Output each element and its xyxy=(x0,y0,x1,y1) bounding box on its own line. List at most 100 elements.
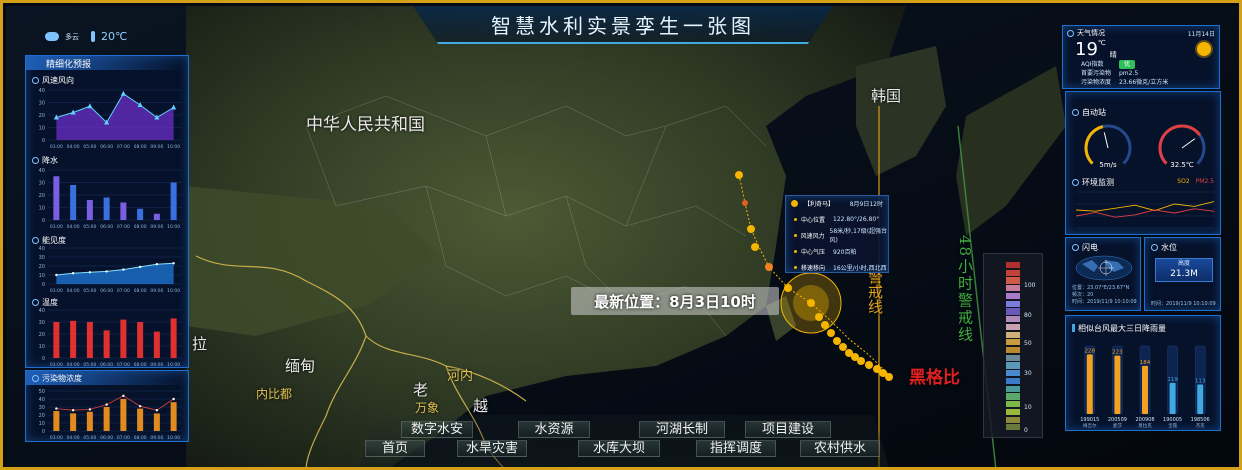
nav-button[interactable]: 水旱灾害 xyxy=(457,440,527,457)
typhoon-info-value: 16公里/小时,西北西 xyxy=(833,264,887,272)
map-label-naypyidaw: 内比都 xyxy=(256,387,293,401)
data-point xyxy=(71,409,75,412)
warn-48h-label: 48小时警戒线 xyxy=(956,235,974,344)
x-tick-label: 05:00 xyxy=(83,144,96,150)
nav-button[interactable]: 首页 xyxy=(365,440,425,457)
pollution-section-title: 污染物浓度 xyxy=(26,371,188,385)
bar xyxy=(53,411,60,431)
visibility-chart[interactable]: 0 10 20 30 40 03:00 04:00 05:00 06:00 07:00 08:00 0… xyxy=(30,244,186,294)
wind-direction-marker xyxy=(120,90,126,96)
y-tick-label: 30 xyxy=(39,405,45,411)
data-point xyxy=(155,409,159,412)
x-tick-label: 03:00 xyxy=(50,362,63,368)
bar xyxy=(120,399,127,431)
env-monitor-title: 环境监测 xyxy=(1072,176,1114,188)
bar xyxy=(153,331,160,358)
legend-swatch xyxy=(1006,300,1020,307)
bar-value-label: 223 xyxy=(1112,350,1123,356)
pollution-chart[interactable]: 0 10 20 30 40 50 03:00 04:00 05:00 06:00 07:00 08:0… xyxy=(30,387,186,441)
water-level-box: 高度 21.3M xyxy=(1155,258,1213,282)
x-tick-label: 10:00 xyxy=(167,362,180,368)
env-chart[interactable] xyxy=(1072,188,1218,232)
legend-swatch xyxy=(1006,354,1020,361)
typhoon-rain-chart[interactable]: 228 199015梅吉尔 223 200509麦莎 184 200908莫拉克 119 19… xyxy=(1070,336,1220,430)
x-tick-label: 04:00 xyxy=(67,224,80,230)
typhoon-info-label: 中心气压 xyxy=(801,248,826,256)
pollution-panel: 污染物浓度 0 10 20 30 40 50 03:00 04:00 05:00 06:00 07:… xyxy=(25,370,189,442)
typhoon-name: 【利奇马】 xyxy=(804,201,835,208)
legend-swatch xyxy=(1006,377,1020,385)
legend-swatch xyxy=(1006,347,1020,354)
bar xyxy=(1169,382,1176,414)
series-line-so2 xyxy=(1075,201,1215,212)
y-tick-label: 20 xyxy=(39,113,45,119)
circle-icon xyxy=(32,298,39,306)
map-label-vietnam: 越 xyxy=(473,397,489,415)
x-tick-label: 05:00 xyxy=(83,435,96,441)
x-tick-label: 06:00 xyxy=(100,144,113,150)
map-label-china: 中华人民共和国 xyxy=(306,115,425,135)
satellite-map[interactable] xyxy=(6,6,1242,470)
nav-button[interactable]: 水资源 xyxy=(518,421,590,438)
x-tick-label: 08:00 xyxy=(134,144,147,150)
x-tick-label: 09:00 xyxy=(150,435,163,441)
lightning-title: 闪电 xyxy=(1066,241,1140,253)
x-tick-label: 04:00 xyxy=(67,362,80,368)
y-tick-label: 0 xyxy=(42,282,45,288)
y-tick-label: 10 xyxy=(39,206,45,212)
bullet-icon xyxy=(794,249,797,253)
data-point xyxy=(155,263,159,266)
bar xyxy=(137,408,144,431)
weather-condition: 多云 xyxy=(65,32,79,41)
map-label-laos: 老 xyxy=(413,381,429,399)
typhoon-rain-panel: 相似台风最大三日降雨量 228 199015 梅吉尔 223 200509 麦莎 184 20… xyxy=(1065,315,1221,431)
y-tick-label: 30 xyxy=(39,320,45,326)
data-point xyxy=(88,271,92,274)
nav-button[interactable]: 数字水安 xyxy=(401,421,473,438)
nav-button[interactable]: 项目建设 xyxy=(745,421,831,438)
data-point xyxy=(122,394,125,397)
sun-icon xyxy=(1197,42,1211,56)
legend-swatch xyxy=(1006,385,1020,392)
x-tick-label: 04:00 xyxy=(67,144,80,150)
bar xyxy=(103,330,110,358)
typhoon-info-popup[interactable]: 【利奇马】 8月9日12时 中心位置 122.80°/26.80° 风速风力 58米/… xyxy=(785,195,889,273)
map-label-korea: 韩国 xyxy=(871,87,902,105)
bar-value-label: 228 xyxy=(1085,348,1096,354)
rain-chart[interactable]: 0 10 20 30 40 03:00 04:00 05:00 06:00 07:00 08:00 0… xyxy=(30,166,186,230)
nav-button[interactable]: 指挥调度 xyxy=(696,440,776,457)
category-label: 200908 xyxy=(1135,417,1154,423)
legend-swatches xyxy=(1006,262,1020,432)
x-tick-label: 03:00 xyxy=(50,288,63,294)
bar xyxy=(1197,384,1204,414)
x-tick-label: 09:00 xyxy=(150,224,163,230)
gauge-fill xyxy=(1158,124,1202,165)
bar xyxy=(53,322,60,358)
bar xyxy=(1086,354,1093,414)
legend-tick-label: 0 xyxy=(1024,427,1028,434)
x-tick-label: 09:00 xyxy=(150,144,163,150)
temperature-chart[interactable]: 0 10 20 30 40 03:00 04:00 05:00 06:00 07:00 08:00 0… xyxy=(30,306,186,368)
nav-button[interactable]: 水库大坝 xyxy=(578,440,660,457)
env-legend: SO2 PM2.5 xyxy=(1177,178,1214,185)
temp-gauge-value: 32.5℃ xyxy=(1170,161,1194,169)
typhoon-time: 8月9日12时 xyxy=(849,201,883,208)
nav-button[interactable]: 农村供水 xyxy=(800,440,880,457)
map-label-vientiane: 万象 xyxy=(415,401,440,415)
legend-swatch xyxy=(1006,269,1020,276)
bar xyxy=(170,402,177,431)
x-tick-label: 08:00 xyxy=(134,224,147,230)
nav-button[interactable]: 河湖长制 xyxy=(639,421,725,438)
world-map-icon xyxy=(1075,255,1133,281)
bar xyxy=(53,176,60,220)
gauge-needle xyxy=(1103,132,1109,149)
weather-temp-value: 19 xyxy=(1075,39,1098,60)
wind-chart[interactable]: 0 10 20 30 40 03:00 04:00 05:00 06:00 07:00 08:00 0… xyxy=(30,86,186,150)
station-gauges: 5m/s 32.5℃ xyxy=(1084,124,1206,169)
wind-gauge-value: 5m/s xyxy=(1099,161,1117,169)
bar xyxy=(153,213,160,220)
circle-icon xyxy=(32,156,39,164)
legend-swatch xyxy=(1006,416,1020,423)
bar xyxy=(103,407,110,431)
water-level-label: 高度 xyxy=(1177,260,1190,267)
